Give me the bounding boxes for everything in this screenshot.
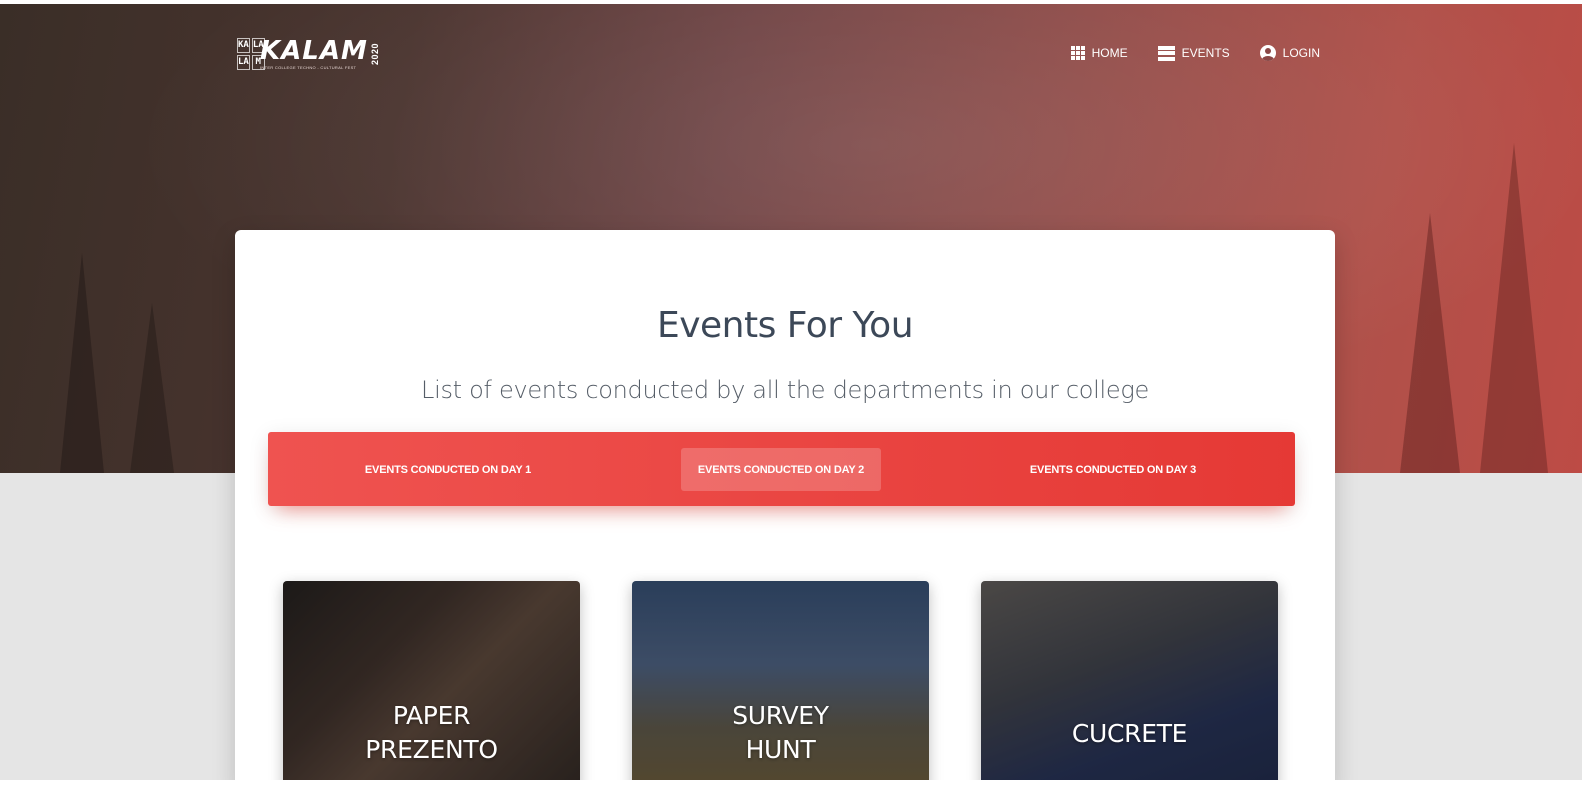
- nav-home-label: HOME: [1091, 46, 1128, 60]
- top-navbar: KA LA LA M KALAM INTER COLLEGE TECHNO - …: [0, 0, 1582, 105]
- logo-wordmark: KALAM INTER COLLEGE TECHNO - CULTURAL FE…: [260, 38, 368, 70]
- brand-logo[interactable]: KA LA LA M KALAM INTER COLLEGE TECHNO - …: [236, 36, 380, 72]
- logo-monogram: KA LA LA M: [236, 37, 265, 71]
- event-title: SURVEY HUNT: [632, 699, 929, 767]
- event-card-cucrete[interactable]: CUCRETE: [981, 581, 1278, 791]
- logo-tagline: INTER COLLEGE TECHNO - CULTURAL FEST: [260, 65, 357, 70]
- event-title-line: CUCRETE: [1071, 719, 1188, 748]
- day-tabs: EVENTS CONDUCTED ON DAY 1 EVENTS CONDUCT…: [268, 432, 1295, 506]
- apps-icon: [1070, 46, 1085, 60]
- tab-day-1[interactable]: EVENTS CONDUCTED ON DAY 1: [348, 448, 548, 491]
- event-title-line: PREZENTO: [365, 735, 498, 764]
- event-title: PAPER PREZENTO: [283, 699, 580, 767]
- tree-silhouette: [1400, 213, 1460, 473]
- logo-letter: LA: [237, 55, 250, 70]
- tab-day-3-label: EVENTS CONDUCTED ON DAY 3: [1029, 463, 1197, 476]
- logo-name: KALAM: [260, 36, 368, 66]
- nav-home[interactable]: HOME: [1070, 43, 1128, 63]
- tab-day-2[interactable]: EVENTS CONDUCTED ON DAY 2: [681, 448, 881, 491]
- nav-login-label: LOGIN: [1282, 46, 1320, 60]
- event-title-line: PAPER: [392, 701, 471, 730]
- event-card-paper-prezento[interactable]: PAPER PREZENTO: [283, 581, 580, 791]
- logo-letter: KA: [237, 38, 250, 53]
- main-card: Events For You List of events conducted …: [235, 230, 1335, 791]
- nav-events[interactable]: EVENTS: [1157, 43, 1230, 63]
- account-circle-icon: [1259, 45, 1276, 61]
- tab-day-2-label: EVENTS CONDUCTED ON DAY 2: [697, 463, 865, 476]
- tree-silhouette: [60, 253, 104, 473]
- nav-menu: HOME EVENTS LOGIN: [1041, 43, 1320, 63]
- tree-silhouette: [1480, 143, 1548, 473]
- nav-login[interactable]: LOGIN: [1259, 43, 1320, 63]
- tab-day-3[interactable]: EVENTS CONDUCTED ON DAY 3: [1013, 448, 1213, 491]
- event-title-line: HUNT: [745, 735, 816, 764]
- tree-silhouette: [130, 303, 174, 473]
- event-title-line: SURVEY: [732, 701, 829, 730]
- event-title: CUCRETE: [981, 717, 1278, 751]
- page-title: Events For You: [656, 305, 914, 346]
- logo-year: 2020: [369, 42, 380, 66]
- event-image-overlay: [981, 581, 1278, 791]
- view-day-icon: [1157, 45, 1175, 61]
- bottom-strip: [0, 780, 1582, 792]
- tab-day-1-label: EVENTS CONDUCTED ON DAY 1: [364, 463, 532, 476]
- nav-events-label: EVENTS: [1181, 46, 1230, 60]
- page-subtitle: List of events conducted by all the depa…: [421, 376, 1149, 404]
- event-card-survey-hunt[interactable]: SURVEY HUNT: [632, 581, 929, 791]
